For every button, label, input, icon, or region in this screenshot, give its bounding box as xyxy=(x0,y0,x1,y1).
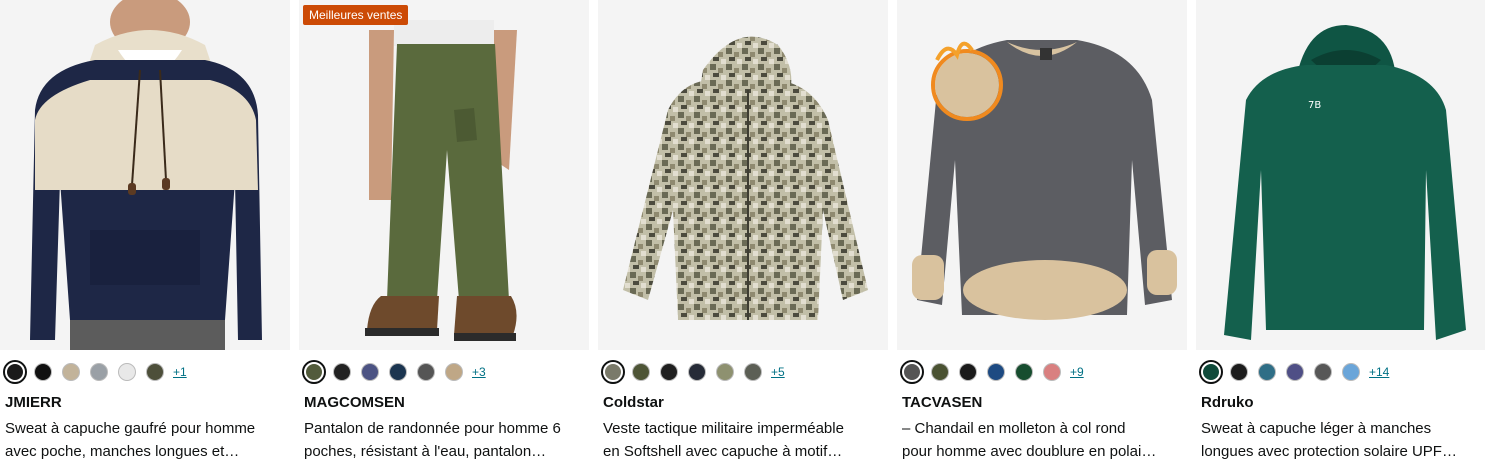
title-line: en Softshell avec capuche à motif… xyxy=(603,443,843,460)
color-swatch[interactable] xyxy=(716,363,734,381)
color-swatch[interactable] xyxy=(34,363,52,381)
product-image[interactable]: 7B xyxy=(1196,0,1485,350)
color-swatch[interactable] xyxy=(660,363,678,381)
color-swatch[interactable] xyxy=(3,360,27,384)
sweater-image xyxy=(897,0,1187,350)
best-seller-badge: Meilleures ventes xyxy=(303,5,409,25)
color-swatch[interactable] xyxy=(1286,363,1304,381)
product-title[interactable]: Pantalon de randonnée pour homme 6 poche… xyxy=(304,417,587,463)
color-swatches: +14 xyxy=(1199,360,1389,384)
color-swatch[interactable] xyxy=(959,363,977,381)
color-swatch[interactable] xyxy=(601,360,625,384)
color-swatch[interactable] xyxy=(62,363,80,381)
brand-name: Rdruko xyxy=(1201,394,1254,411)
color-swatch[interactable] xyxy=(333,363,351,381)
color-swatch[interactable] xyxy=(417,363,435,381)
color-swatches: +3 xyxy=(302,360,486,384)
title-line: longues avec protection solaire UPF… xyxy=(1201,443,1457,460)
color-swatch[interactable] xyxy=(632,363,650,381)
title-line: pour homme avec doublure en polai… xyxy=(902,443,1157,460)
title-line: Sweat à capuche gaufré pour homme xyxy=(5,420,256,437)
more-colors-link[interactable]: +1 xyxy=(173,365,187,379)
brand-name: TACVASEN xyxy=(902,394,983,411)
color-swatch[interactable] xyxy=(744,363,762,381)
color-swatch[interactable] xyxy=(1258,363,1276,381)
jacket-image xyxy=(598,0,888,350)
product-title[interactable]: Veste tactique militaire imperméable en … xyxy=(603,417,886,463)
hoodie-image xyxy=(0,0,290,350)
hoodie-image: 7B xyxy=(1196,0,1485,350)
title-line: avec poche, manches longues et… xyxy=(5,443,240,460)
title-line: Sweat à capuche léger à manches xyxy=(1201,420,1432,437)
more-colors-link[interactable]: +14 xyxy=(1369,365,1389,379)
svg-text:7B: 7B xyxy=(1308,100,1321,111)
brand-name: Coldstar xyxy=(603,394,664,411)
color-swatch[interactable] xyxy=(118,363,136,381)
product-card[interactable]: +9 TACVASEN – Chandail en molleton à col… xyxy=(897,0,1187,466)
color-swatches: +1 xyxy=(3,360,187,384)
brand-name: MAGCOMSEN xyxy=(304,394,405,411)
color-swatch[interactable] xyxy=(688,363,706,381)
color-swatch[interactable] xyxy=(389,363,407,381)
color-swatch[interactable] xyxy=(146,363,164,381)
title-line: Veste tactique militaire imperméable xyxy=(603,420,844,437)
color-swatch[interactable] xyxy=(445,363,463,381)
product-image[interactable] xyxy=(598,0,888,350)
product-image[interactable] xyxy=(0,0,290,350)
product-image[interactable] xyxy=(897,0,1187,350)
product-title[interactable]: – Chandail en molleton à col rond pour h… xyxy=(902,417,1185,463)
product-image[interactable]: Meilleures ventes xyxy=(299,0,589,350)
color-swatches: +5 xyxy=(601,360,785,384)
more-colors-link[interactable]: +3 xyxy=(472,365,486,379)
color-swatch[interactable] xyxy=(1015,363,1033,381)
product-card[interactable]: Meilleures ventes +3 MAGCOMSEN Pantalon … xyxy=(299,0,589,466)
more-colors-link[interactable]: +5 xyxy=(771,365,785,379)
title-line: poches, résistant à l'eau, pantalon… xyxy=(304,443,547,460)
color-swatch[interactable] xyxy=(900,360,924,384)
color-swatch[interactable] xyxy=(90,363,108,381)
color-swatch[interactable] xyxy=(987,363,1005,381)
title-line: Pantalon de randonnée pour homme 6 xyxy=(304,420,561,437)
pants-image xyxy=(299,0,589,350)
product-title[interactable]: Sweat à capuche léger à manches longues … xyxy=(1201,417,1484,463)
color-swatch[interactable] xyxy=(1043,363,1061,381)
color-swatch[interactable] xyxy=(361,363,379,381)
color-swatch[interactable] xyxy=(1199,360,1223,384)
brand-name: JMIERR xyxy=(5,394,62,411)
product-card[interactable]: 7B +14 Rdruko Sweat à capuche léger à ma… xyxy=(1196,0,1485,466)
color-swatches: +9 xyxy=(900,360,1084,384)
color-swatch[interactable] xyxy=(1230,363,1248,381)
product-card[interactable]: +5 Coldstar Veste tactique militaire imp… xyxy=(598,0,888,466)
color-swatch[interactable] xyxy=(1342,363,1360,381)
color-swatch[interactable] xyxy=(1314,363,1332,381)
title-line: – Chandail en molleton à col rond xyxy=(902,420,1126,437)
color-swatch[interactable] xyxy=(931,363,949,381)
more-colors-link[interactable]: +9 xyxy=(1070,365,1084,379)
product-card[interactable]: +1 JMIERR Sweat à capuche gaufré pour ho… xyxy=(0,0,290,466)
product-title[interactable]: Sweat à capuche gaufré pour homme avec p… xyxy=(5,417,288,463)
color-swatch[interactable] xyxy=(302,360,326,384)
